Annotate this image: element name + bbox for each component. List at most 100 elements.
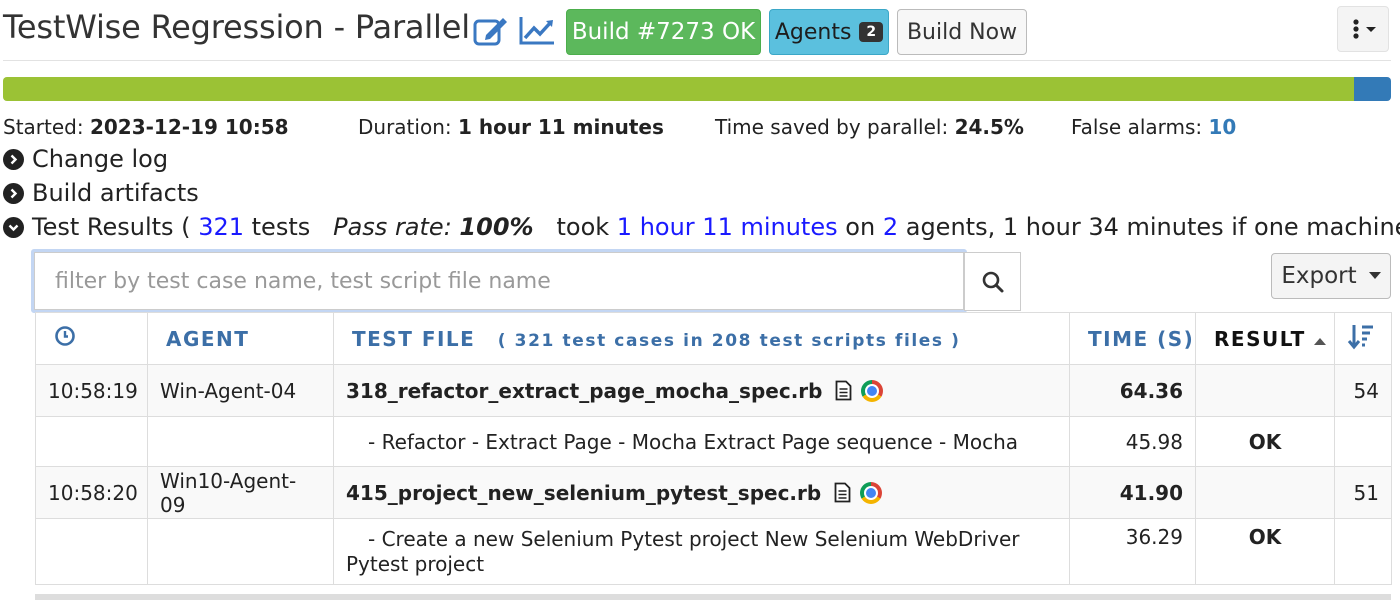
file-icon[interactable] xyxy=(834,482,851,503)
build-artifacts-label: Build artifacts xyxy=(32,179,199,207)
agents-count-link[interactable]: 2 xyxy=(883,213,898,241)
row-order: 51 xyxy=(1334,466,1392,519)
table-bottom-edge xyxy=(35,594,1391,600)
duration-value: 1 hour 11 minutes xyxy=(457,115,664,139)
table-row[interactable]: 10:58:19 Win-Agent-04 318_refactor_extra… xyxy=(35,364,1392,417)
took-duration-link[interactable]: 1 hour 11 minutes xyxy=(617,213,838,241)
row-test-file: 415_project_new_selenium_pytest_spec.rb xyxy=(333,466,1070,519)
test-case-row[interactable]: - Create a new Selenium Pytest project N… xyxy=(35,518,1392,585)
took-label: took xyxy=(556,213,610,241)
tests-word: tests xyxy=(251,213,311,241)
header-divider xyxy=(3,60,1391,61)
caret-down-icon xyxy=(1368,272,1381,279)
row-order: 54 xyxy=(1334,364,1392,417)
case-duration: 45.98 xyxy=(1069,416,1196,467)
duration-label: Duration: xyxy=(358,115,452,139)
build-progress-bar xyxy=(3,77,1391,101)
result-header-label: RESULT xyxy=(1214,326,1306,351)
file-icon[interactable] xyxy=(835,380,852,401)
more-options-button[interactable] xyxy=(1337,6,1389,52)
row-agent: Win-Agent-04 xyxy=(147,364,334,417)
edit-icon[interactable] xyxy=(471,12,511,48)
order-column-header[interactable] xyxy=(1334,312,1392,365)
time-seconds-column-header[interactable]: TIME (S) xyxy=(1069,312,1196,365)
pass-rate-label: Pass rate: xyxy=(333,213,452,241)
chevron-right-icon xyxy=(3,182,24,204)
result-column-header[interactable]: RESULT xyxy=(1195,312,1335,365)
search-icon xyxy=(982,271,1003,292)
progress-remaining-fill xyxy=(1353,77,1391,101)
export-dropdown-button[interactable]: Export xyxy=(1271,253,1391,299)
export-label: Export xyxy=(1281,263,1357,289)
time-saved-value: 24.5% xyxy=(954,115,1024,139)
row-duration: 41.90 xyxy=(1069,466,1196,519)
test-file-header-label: TEST FILE xyxy=(352,326,476,351)
row-time: 10:58:20 xyxy=(35,466,148,519)
change-log-toggle[interactable]: Change log xyxy=(3,145,168,173)
agents-label: Agents xyxy=(774,19,852,45)
pass-rate-value: 100% xyxy=(459,213,534,241)
row-duration: 64.36 xyxy=(1069,364,1196,417)
on-label: on xyxy=(845,213,876,241)
more-options-icon xyxy=(1353,19,1376,39)
started-stat: Started: 2023-12-19 10:58 xyxy=(3,115,289,139)
test-file-link[interactable]: 415_project_new_selenium_pytest_spec.rb xyxy=(346,481,821,505)
false-alarms-stat: False alarms: 10 xyxy=(1071,115,1236,139)
chevron-down-icon[interactable] xyxy=(3,216,24,238)
chevron-right-icon xyxy=(3,148,24,170)
sort-asc-icon xyxy=(1314,337,1327,345)
single-machine-estimate: agents, 1 hour 34 minutes if one machine… xyxy=(905,213,1400,241)
row-result xyxy=(1195,364,1335,417)
test-file-column-header[interactable]: TEST FILE ( 321 test cases in 208 test s… xyxy=(333,312,1070,365)
started-value: 2023-12-19 10:58 xyxy=(89,115,289,139)
edit-icon-graphic xyxy=(473,18,507,46)
false-alarms-label: False alarms: xyxy=(1071,115,1203,139)
duration-stat: Duration: 1 hour 11 minutes xyxy=(358,115,664,139)
table-row[interactable]: 10:58:20 Win10-Agent-09 415_project_new_… xyxy=(35,466,1392,519)
case-name: - Refactor - Extract Page - Mocha Extrac… xyxy=(333,416,1070,467)
sort-order-icon xyxy=(1347,325,1373,350)
test-results-label: Test Results ( xyxy=(32,213,191,241)
build-artifacts-toggle[interactable]: Build artifacts xyxy=(3,179,199,207)
time-saved-stat: Time saved by parallel: 24.5% xyxy=(715,115,1024,139)
case-name: - Create a new Selenium Pytest project N… xyxy=(333,518,1070,585)
case-result-ok: OK xyxy=(1195,416,1335,467)
case-result-ok: OK xyxy=(1195,518,1335,585)
case-order-empty xyxy=(1334,416,1392,467)
search-button[interactable] xyxy=(964,252,1021,311)
chart-icon-graphic xyxy=(519,17,554,45)
false-alarms-link[interactable]: 10 xyxy=(1209,115,1237,139)
page-title: TestWise Regression - Parallel xyxy=(3,8,470,46)
chrome-browser-icon xyxy=(861,379,884,402)
time-column-header[interactable] xyxy=(35,312,148,365)
filter-field-wrapper xyxy=(31,249,967,313)
case-time-empty xyxy=(35,416,148,467)
build-status-badge[interactable]: Build #7273 OK xyxy=(566,9,761,55)
chart-icon[interactable] xyxy=(517,12,557,48)
change-log-label: Change log xyxy=(32,145,169,173)
progress-passed-fill xyxy=(3,77,1354,101)
test-results-summary: Test Results ( 321 tests Pass rate: 100%… xyxy=(3,213,1400,241)
case-time-empty xyxy=(35,518,148,585)
started-label: Started: xyxy=(3,115,84,139)
clock-icon xyxy=(55,326,75,346)
row-result xyxy=(1195,466,1335,519)
tests-count-link[interactable]: 321 xyxy=(198,213,244,241)
row-agent: Win10-Agent-09 xyxy=(147,466,334,519)
table-header-row: AGENT TEST FILE ( 321 test cases in 208 … xyxy=(35,312,1392,365)
time-saved-label: Time saved by parallel: xyxy=(715,115,949,139)
row-time: 10:58:19 xyxy=(35,364,148,417)
case-agent-empty xyxy=(147,518,334,585)
test-case-row[interactable]: - Refactor - Extract Page - Mocha Extrac… xyxy=(35,416,1392,467)
test-file-link[interactable]: 318_refactor_extract_page_mocha_spec.rb xyxy=(346,379,822,403)
chrome-browser-icon xyxy=(860,481,883,504)
case-order-empty xyxy=(1334,518,1392,585)
case-agent-empty xyxy=(147,416,334,467)
row-test-file: 318_refactor_extract_page_mocha_spec.rb xyxy=(333,364,1070,417)
case-duration: 36.29 xyxy=(1069,518,1196,585)
agent-column-header[interactable]: AGENT xyxy=(147,312,334,365)
build-now-button[interactable]: Build Now xyxy=(897,9,1027,55)
test-filter-input[interactable] xyxy=(34,252,964,310)
test-file-header-note: ( 321 test cases in 208 test scripts fil… xyxy=(497,330,961,351)
agents-button[interactable]: Agents 2 xyxy=(769,9,889,55)
